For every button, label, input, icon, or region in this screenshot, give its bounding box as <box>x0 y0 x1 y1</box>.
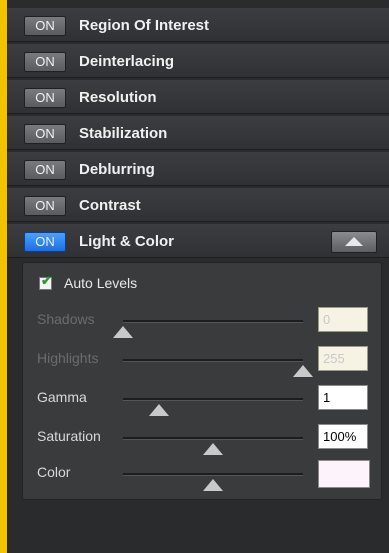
on-toggle[interactable]: ON <box>24 52 66 72</box>
section-deblurring[interactable]: ON Deblurring <box>7 152 389 186</box>
section-contrast[interactable]: ON Contrast <box>7 188 389 222</box>
color-slider-thumb[interactable] <box>203 479 223 491</box>
section-stabilization[interactable]: ON Stabilization <box>7 116 389 150</box>
section-title: Light & Color <box>79 233 174 250</box>
on-toggle[interactable]: ON <box>24 124 66 144</box>
section-light-color[interactable]: ON Light & Color <box>7 224 389 258</box>
color-swatch[interactable] <box>318 460 370 488</box>
gamma-row: Gamma 1 <box>23 383 381 416</box>
saturation-slider-thumb[interactable] <box>203 443 223 455</box>
section-title: Deblurring <box>79 161 155 178</box>
shadows-slider-thumb[interactable] <box>113 326 133 338</box>
highlights-row: Highlights 255 <box>23 344 381 377</box>
shadows-row: Shadows 0 <box>23 305 381 338</box>
saturation-value-field[interactable]: 100% <box>318 424 368 449</box>
saturation-slider-track[interactable] <box>123 437 303 440</box>
triangle-up-icon <box>345 237 363 246</box>
checkmark-icon: ✔ <box>41 273 52 288</box>
shadows-value-field: 0 <box>318 307 368 332</box>
section-title: Contrast <box>79 197 141 214</box>
highlights-label: Highlights <box>37 350 99 366</box>
color-slider-track[interactable] <box>123 473 303 476</box>
highlights-slider-track[interactable] <box>123 359 303 362</box>
on-toggle[interactable]: ON <box>24 232 66 252</box>
saturation-row: Saturation 100% <box>23 422 381 455</box>
section-title: Stabilization <box>79 125 168 142</box>
on-toggle[interactable]: ON <box>24 160 66 180</box>
collapse-button[interactable] <box>331 231 377 253</box>
light-color-settings: ✔ Auto Levels Shadows 0 Highlights 255 G… <box>22 262 382 500</box>
gamma-value-field[interactable]: 1 <box>318 385 368 410</box>
on-toggle[interactable]: ON <box>24 16 66 36</box>
shadows-label: Shadows <box>37 311 95 327</box>
color-row: Color <box>23 458 381 491</box>
auto-levels-row: ✔ Auto Levels <box>23 263 381 293</box>
on-toggle[interactable]: ON <box>24 196 66 216</box>
section-title: Resolution <box>79 89 157 106</box>
color-label: Color <box>37 464 71 480</box>
on-toggle[interactable]: ON <box>24 88 66 108</box>
auto-levels-checkbox[interactable]: ✔ <box>39 273 52 290</box>
gamma-label: Gamma <box>37 389 87 405</box>
enhancement-panel: ON Region Of Interest ON Deinterlacing O… <box>7 0 389 553</box>
section-deinterlacing[interactable]: ON Deinterlacing <box>7 44 389 78</box>
section-resolution[interactable]: ON Resolution <box>7 80 389 114</box>
gamma-slider-thumb[interactable] <box>149 404 169 416</box>
section-title: Region Of Interest <box>79 17 210 34</box>
auto-levels-label: Auto Levels <box>64 275 138 291</box>
highlights-value-field: 255 <box>318 346 368 371</box>
highlights-slider-thumb[interactable] <box>293 365 313 377</box>
saturation-label: Saturation <box>37 428 101 444</box>
section-region-of-interest[interactable]: ON Region Of Interest <box>7 8 389 42</box>
gamma-slider-track[interactable] <box>123 398 303 401</box>
shadows-slider-track[interactable] <box>123 320 303 323</box>
section-title: Deinterlacing <box>79 53 175 70</box>
